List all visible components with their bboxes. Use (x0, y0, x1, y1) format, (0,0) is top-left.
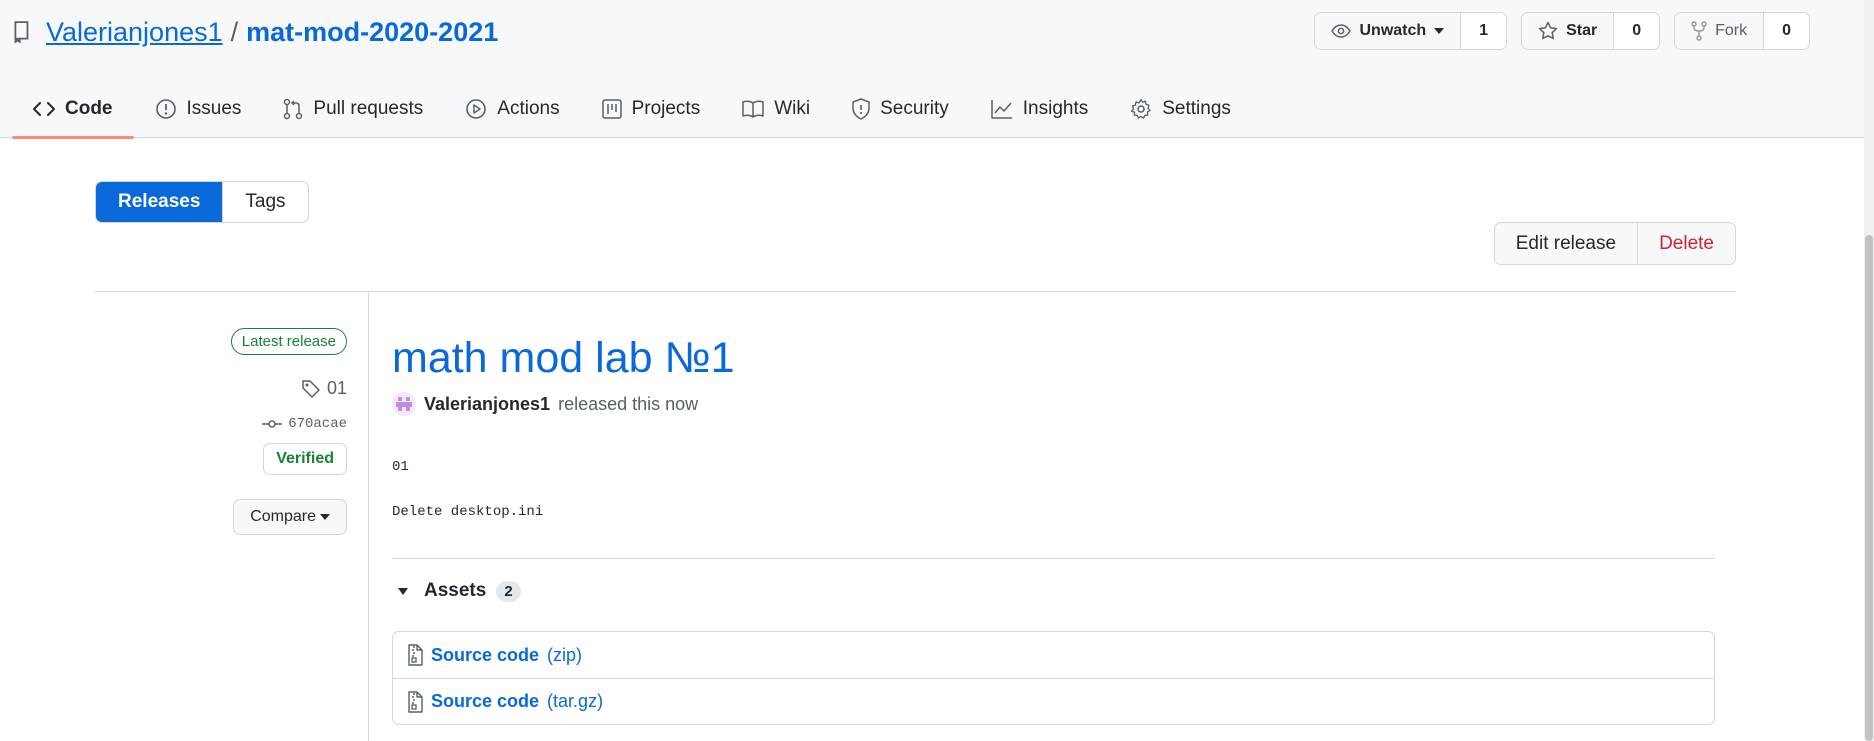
asset-name: Source code (431, 644, 540, 665)
tab-issues-label: Issues (186, 98, 242, 119)
repo-owner-link[interactable]: Valerianjones1 (46, 17, 223, 48)
release-commit-link[interactable]: 670acae (262, 416, 347, 432)
unwatch-label: Unwatch (1359, 22, 1427, 39)
fork-button[interactable]: Fork (1675, 13, 1763, 49)
repo-header: Valerianjones1 / mat-mod-2020-2021 Unwat… (0, 0, 1864, 139)
repo-name-link[interactable]: mat-mod-2020-2021 (246, 17, 498, 48)
repo-title: Valerianjones1 / mat-mod-2020-2021 (13, 12, 498, 52)
star-label: Star (1566, 22, 1598, 39)
eye-icon (1331, 24, 1352, 38)
triangle-down-icon (398, 587, 408, 595)
graph-icon (991, 100, 1012, 119)
fork-icon (1691, 21, 1707, 41)
fork-button-group: Fork 0 (1674, 12, 1810, 50)
delete-release-button[interactable]: Delete (1637, 223, 1735, 264)
file-zip-icon (408, 690, 423, 713)
fork-label: Fork (1715, 22, 1748, 39)
shield-icon (852, 98, 870, 120)
releases-tab[interactable]: Releases (96, 182, 223, 222)
avatar[interactable] (392, 392, 416, 416)
tab-code-label: Code (65, 98, 113, 119)
verified-badge[interactable]: Verified (263, 443, 347, 475)
repo-separator: / (230, 16, 239, 47)
asset-name: Source code (431, 691, 540, 711)
star-button[interactable]: Star (1522, 13, 1613, 49)
release-page: Valerianjones1 / mat-mod-2020-2021 Unwat… (0, 0, 1874, 741)
scrollbar-thumb[interactable] (1865, 235, 1873, 741)
issue-icon (155, 99, 176, 119)
release-tag-label: 01 (326, 378, 347, 398)
gear-icon (1131, 98, 1151, 119)
asset-format: (zip) (547, 644, 583, 665)
released-text: released this now (558, 393, 699, 414)
release-commit-sha: 670acae (288, 416, 347, 432)
book-icon (742, 100, 764, 118)
asset-list: Source code (zip) Source code (tar.gz) (392, 631, 1715, 725)
tab-pull-requests[interactable]: Pull requests (262, 80, 444, 138)
tab-security[interactable]: Security (831, 80, 970, 138)
tab-projects[interactable]: Projects (581, 80, 722, 138)
asset-format: (tar.gz) (547, 691, 604, 711)
compare-label: Compare (250, 508, 316, 525)
compare-button[interactable]: Compare (233, 499, 347, 535)
repo-tabs: Code Issues Pull requests Actions Projec… (12, 80, 1252, 139)
tab-wiki[interactable]: Wiki (721, 80, 831, 138)
tab-actions-label: Actions (497, 98, 560, 119)
stars-count[interactable]: 0 (1613, 13, 1660, 49)
latest-release-badge: Latest release (230, 328, 347, 355)
repo-actions: Unwatch 1 Star 0 Fork 0 (1314, 12, 1810, 50)
tab-security-label: Security (880, 98, 949, 119)
release-notes: 01 Delete desktop.ini (392, 460, 543, 519)
release-notes-line: Delete desktop.ini (392, 504, 544, 520)
tag-icon (302, 379, 320, 398)
tab-issues[interactable]: Issues (134, 80, 263, 138)
tab-code[interactable]: Code (12, 80, 134, 139)
commit-icon (262, 420, 283, 428)
release-title[interactable]: math mod lab №1 (392, 334, 735, 383)
tab-actions[interactable]: Actions (444, 80, 580, 138)
page-scrollbar[interactable] (1864, 0, 1874, 741)
tab-pull-requests-label: Pull requests (313, 98, 424, 119)
edit-release-button[interactable]: Edit release (1495, 223, 1637, 264)
star-icon (1538, 21, 1558, 40)
release-author-link[interactable]: Valerianjones1 (424, 394, 550, 415)
tab-wiki-label: Wiki (774, 98, 811, 119)
tab-settings[interactable]: Settings (1109, 80, 1252, 138)
watchers-count[interactable]: 1 (1460, 13, 1507, 49)
tab-settings-label: Settings (1162, 98, 1231, 119)
pull-request-icon (284, 98, 303, 120)
play-icon (466, 99, 487, 119)
chevron-down-icon (1434, 28, 1445, 34)
repo-icon (14, 21, 29, 43)
assets-divider (392, 558, 1715, 559)
assets-count-badge: 2 (496, 580, 521, 602)
releases-subnav: Releases Tags (95, 181, 309, 223)
tab-insights[interactable]: Insights (970, 80, 1109, 138)
tags-tab[interactable]: Tags (222, 182, 307, 222)
release-byline: Valerianjones1 released this now (392, 392, 698, 416)
project-icon (601, 99, 622, 119)
watch-button-group: Unwatch 1 (1314, 12, 1508, 50)
assets-title: Assets (424, 580, 487, 601)
tab-projects-label: Projects (631, 98, 701, 119)
release-actions: Edit release Delete (1493, 222, 1736, 265)
assets-toggle[interactable]: Assets 2 (392, 580, 521, 602)
unwatch-button[interactable]: Unwatch (1315, 13, 1460, 49)
star-button-group: Star 0 (1521, 12, 1661, 50)
release-meta-column: Latest release 01 670acae Verified Compa… (95, 292, 369, 741)
code-icon (33, 102, 55, 116)
asset-source-tar-gz[interactable]: Source code (tar.gz) (393, 678, 1714, 724)
file-zip-icon (408, 644, 423, 666)
tab-insights-label: Insights (1022, 98, 1089, 119)
asset-source-zip[interactable]: Source code (zip) (393, 632, 1714, 678)
chevron-down-icon (320, 514, 330, 520)
forks-count[interactable]: 0 (1763, 13, 1809, 49)
release-tag-link[interactable]: 01 (301, 378, 347, 399)
release-notes-line: 01 (392, 459, 409, 475)
